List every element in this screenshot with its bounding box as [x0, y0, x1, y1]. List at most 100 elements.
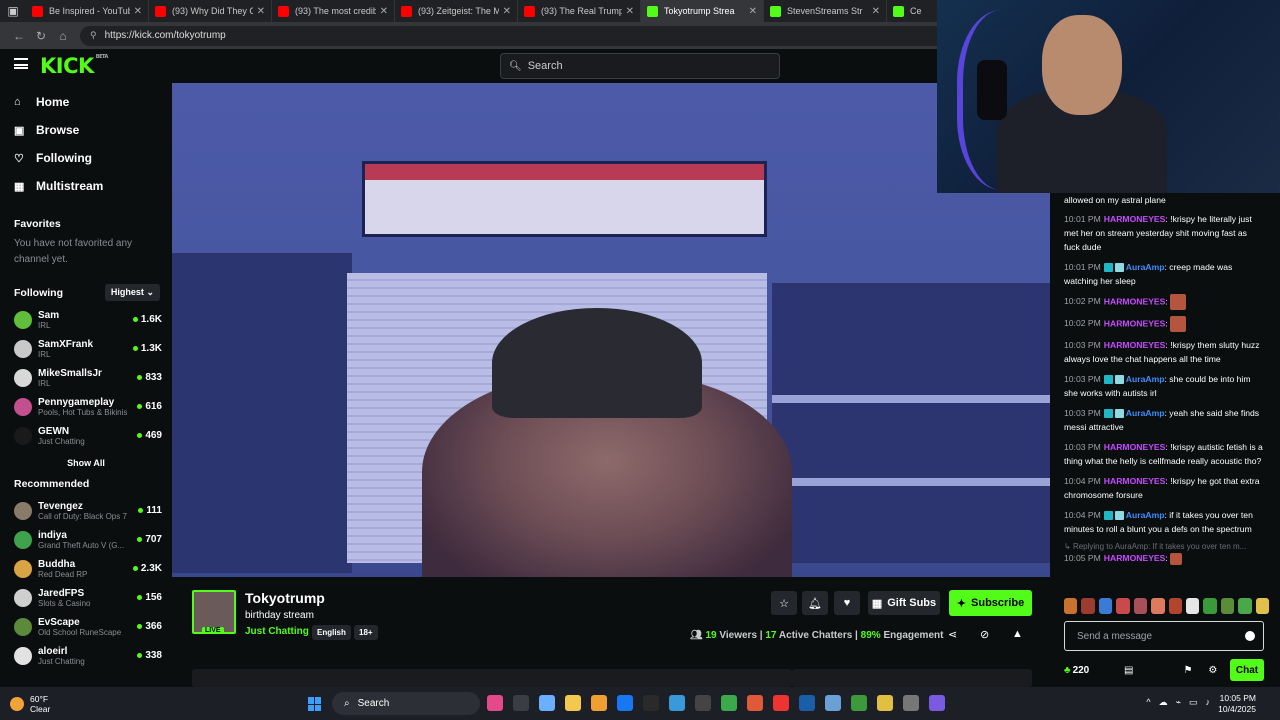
taskbar-app-icon[interactable]	[929, 695, 945, 711]
heart-follow-icon[interactable]: ♥	[834, 591, 860, 615]
browser-tab[interactable]: (93) Zeitgeist: The Mov ✕	[395, 0, 518, 22]
tray-icon[interactable]: ☁	[1159, 697, 1168, 708]
reload-icon[interactable]: ↻	[30, 29, 52, 43]
channel-item[interactable]: aloeirl Just Chatting 338	[0, 641, 172, 670]
tray-icon[interactable]: ▭	[1189, 697, 1198, 708]
channel-item[interactable]: Sam IRL 1.6K	[0, 305, 172, 334]
message-user[interactable]: AuraAmp	[1126, 262, 1165, 272]
taskbar-app-icon[interactable]	[565, 695, 581, 711]
home-browser-icon[interactable]: ⌂	[52, 29, 74, 43]
close-tab-icon[interactable]: ✕	[503, 6, 511, 17]
channel-item[interactable]: Pennygameplay Pools, Hot Tubs & Bikinis 61…	[0, 392, 172, 421]
taskbar-app-icon[interactable]	[825, 695, 841, 711]
share-icon[interactable]: ⋖	[948, 628, 957, 641]
channel-item[interactable]: MikeSmallsJr IRL 833	[0, 363, 172, 392]
show-all-button[interactable]: Show All	[0, 458, 172, 468]
sidebar-item-home[interactable]: ⌂ Home	[0, 88, 172, 116]
settings-icon[interactable]: ⚙	[1208, 665, 1217, 676]
chat-input[interactable]: Send a message	[1064, 621, 1264, 651]
tag-mature[interactable]: 18+	[354, 625, 378, 640]
taskbar-clock[interactable]: 10:05 PM 10/4/2025	[1218, 693, 1256, 715]
close-tab-icon[interactable]: ✕	[257, 6, 265, 17]
close-tab-icon[interactable]: ✕	[626, 6, 634, 17]
message-user[interactable]: AuraAmp	[1126, 408, 1165, 418]
taskbar-app-icon[interactable]	[695, 695, 711, 711]
taskbar-app-icon[interactable]	[851, 695, 867, 711]
channel-points[interactable]: ♣ 220	[1064, 665, 1108, 676]
close-tab-icon[interactable]: ✕	[134, 6, 142, 17]
tray-icon[interactable]: ♪	[1206, 697, 1211, 708]
taskbar-app-icon[interactable]	[721, 695, 737, 711]
weather-widget[interactable]: 60°F Clear	[0, 694, 150, 714]
emote-icon[interactable]	[1238, 598, 1252, 614]
gift-subs-button[interactable]: ▦ Gift Subs	[868, 591, 940, 615]
taskbar-app-icon[interactable]	[487, 695, 503, 711]
channel-item[interactable]: Buddha Red Dead RP 2.3K	[0, 554, 172, 583]
message-user[interactable]: AuraAmp	[1126, 374, 1165, 384]
message-user[interactable]: HARMONEYES	[1104, 214, 1166, 224]
message-user[interactable]: HARMONEYES	[1104, 442, 1166, 452]
taskbar-app-icon[interactable]	[903, 695, 919, 711]
tab-actions-icon[interactable]: ▣	[0, 0, 26, 22]
emoji-icon[interactable]	[1245, 631, 1255, 641]
emote-icon[interactable]	[1133, 598, 1148, 614]
sidebar-item-multistream[interactable]: ▦ Multistream	[0, 172, 172, 200]
menu-icon[interactable]	[14, 58, 28, 69]
emote-icon[interactable]	[1255, 598, 1270, 614]
store-icon[interactable]: ▤	[1124, 665, 1133, 676]
stream-category[interactable]: Just Chatting	[245, 626, 309, 637]
hide-icon[interactable]: ⊘	[980, 628, 989, 641]
message-user[interactable]: HARMONEYES	[1104, 296, 1166, 306]
kick-logo[interactable]: KICK BETA	[40, 54, 108, 78]
close-tab-icon[interactable]: ✕	[872, 6, 880, 17]
bell-icon[interactable]: 🔔︎	[802, 591, 828, 615]
emote-icon[interactable]	[1116, 598, 1130, 614]
message-user[interactable]: HARMONEYES	[1104, 318, 1166, 328]
emote-icon[interactable]	[1220, 598, 1235, 614]
url-field[interactable]: ⚲ https://kick.com/tokyotrump	[80, 25, 980, 46]
close-tab-icon[interactable]: ✕	[749, 6, 757, 17]
windows-start-icon[interactable]	[308, 697, 322, 711]
taskbar-app-icon[interactable]	[799, 695, 815, 711]
browser-tab[interactable]: Be Inspired - YouTube ✕	[26, 0, 149, 22]
back-icon[interactable]: ←	[8, 29, 30, 43]
message-user[interactable]: AuraAmp	[1126, 510, 1165, 520]
browser-tab[interactable]: StevenStreams Str ✕	[764, 0, 887, 22]
streamer-name[interactable]: Tokyotrump	[245, 590, 325, 606]
close-tab-icon[interactable]: ✕	[380, 6, 388, 17]
browser-tab[interactable]: Tokyotrump Strea ✕	[641, 0, 764, 22]
taskbar-app-icon[interactable]	[669, 695, 685, 711]
emote-icon[interactable]	[1098, 598, 1113, 614]
emote-icon[interactable]	[1185, 598, 1200, 614]
taskbar-app-icon[interactable]	[643, 695, 659, 711]
taskbar-app-icon[interactable]	[539, 695, 555, 711]
emote-icon[interactable]	[1168, 598, 1182, 614]
sidebar-item-following[interactable]: ♡ Following	[0, 144, 172, 172]
taskbar-search[interactable]: ⌕ Search	[332, 692, 480, 715]
channel-item[interactable]: EvScape Old School RuneScape 366	[0, 612, 172, 641]
star-icon[interactable]: ☆	[771, 591, 797, 615]
browser-tab[interactable]: (93) Why Did They Cu ✕	[149, 0, 272, 22]
taskbar-app-icon[interactable]	[591, 695, 607, 711]
sidebar-item-browse[interactable]: ▣ Browse	[0, 116, 172, 144]
subscribe-button[interactable]: ✦ Subscribe	[949, 590, 1032, 616]
taskbar-app-icon[interactable]	[617, 695, 633, 711]
video-player[interactable]	[172, 83, 1050, 577]
report-icon[interactable]: ▲	[1012, 628, 1023, 640]
tag-language[interactable]: English	[312, 625, 351, 640]
search-input[interactable]: 🔍︎ Search	[500, 53, 780, 79]
browser-tab[interactable]: (93) The Real Trump Pr ✕	[518, 0, 641, 22]
emote-icon[interactable]	[1203, 598, 1217, 614]
message-user[interactable]: HARMONEYES	[1104, 476, 1166, 486]
tray-icon[interactable]: ⌁	[1176, 697, 1181, 708]
channel-item[interactable]: JaredFPS Slots & Casino 156	[0, 583, 172, 612]
browser-tab[interactable]: (93) The most credible ✕	[272, 0, 395, 22]
taskbar-app-icon[interactable]	[747, 695, 763, 711]
emote-icon[interactable]	[1151, 598, 1165, 614]
site-info-icon[interactable]: ⚲	[90, 30, 97, 41]
taskbar-app-icon[interactable]	[513, 695, 529, 711]
message-user[interactable]: HARMONEYES	[1104, 340, 1166, 350]
channel-item[interactable]: SamXFrank IRL 1.3K	[0, 334, 172, 363]
sort-dropdown[interactable]: Highest ⌄	[104, 284, 160, 301]
taskbar-app-icon[interactable]	[877, 695, 893, 711]
